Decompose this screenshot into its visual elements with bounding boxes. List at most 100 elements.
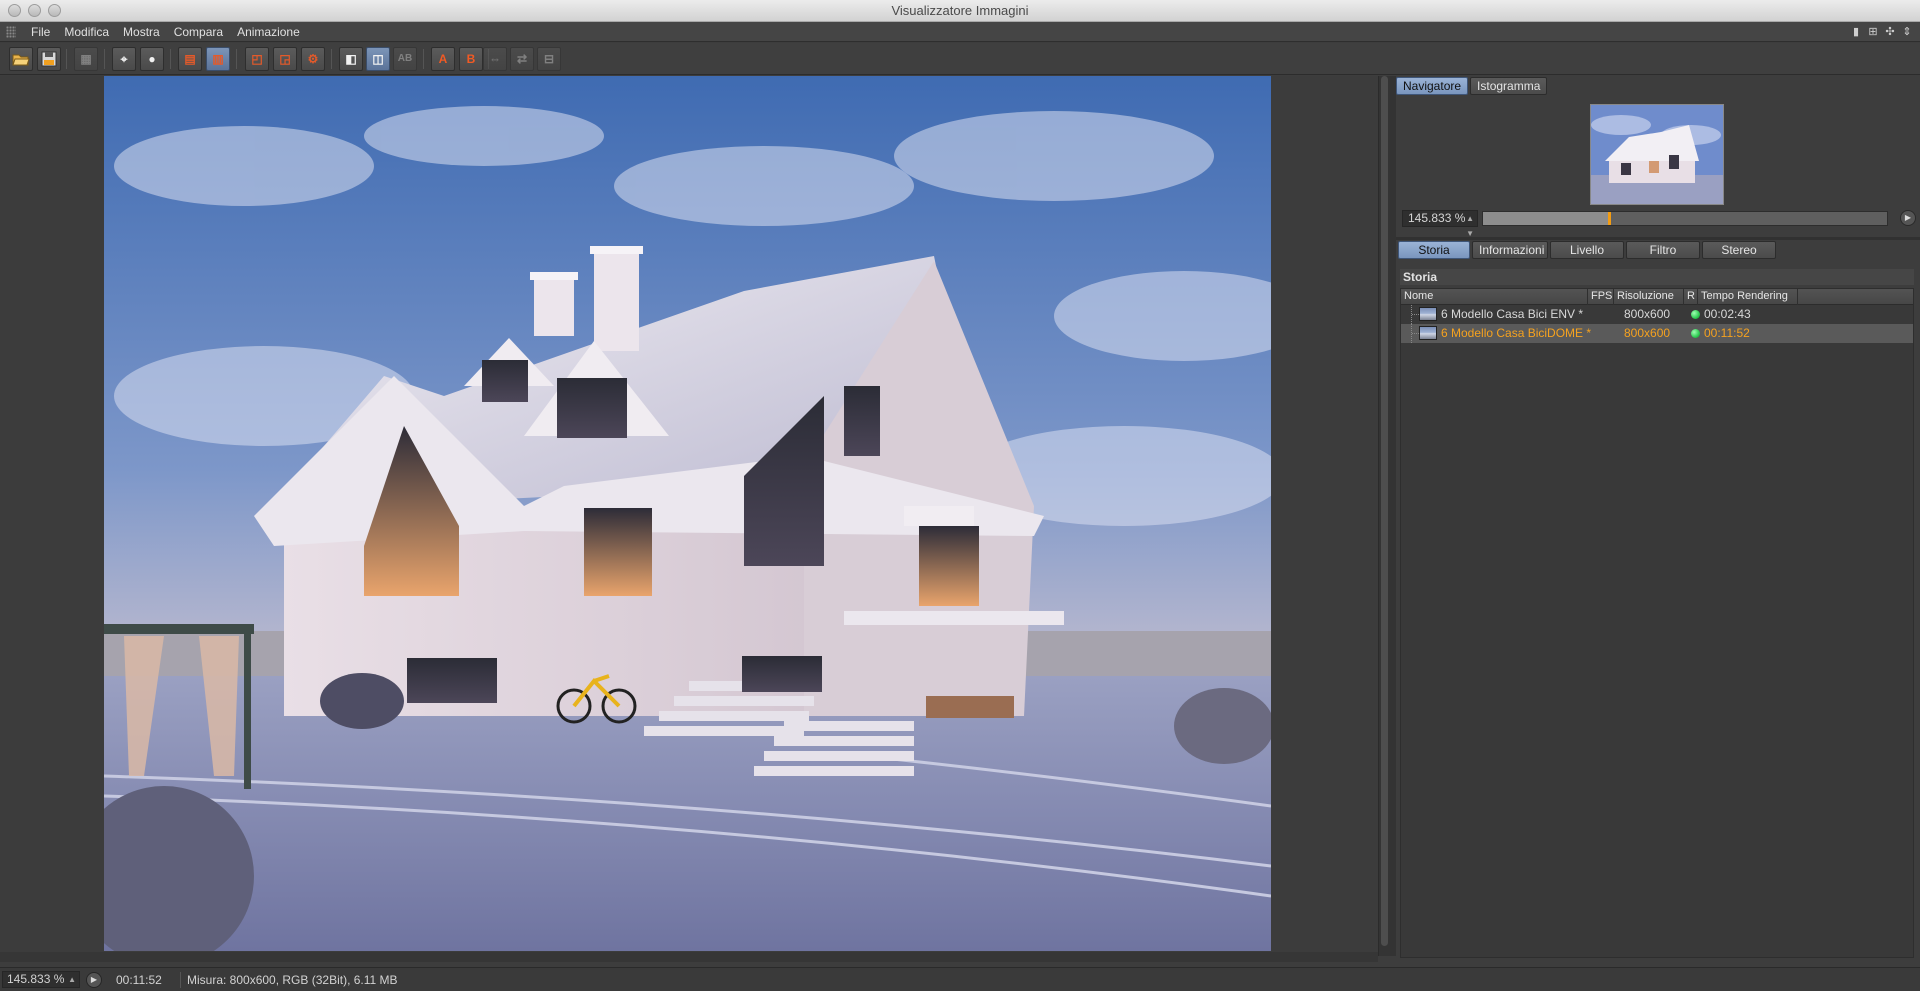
stack-button[interactable]: ▥ [206, 47, 230, 71]
stepper-arrows-icon[interactable]: ▲▼ [68, 972, 76, 991]
ab-compare-button[interactable]: AB [393, 47, 417, 71]
column-r[interactable]: R [1684, 289, 1698, 305]
column-fps[interactable]: FPS [1588, 289, 1614, 305]
render-view-icon: ◲ [279, 52, 291, 66]
status-play-button[interactable]: ▶ [86, 972, 102, 988]
pin-icon[interactable]: ▮ [1849, 25, 1863, 39]
status-image-info: Misura: 800x600, RGB (32Bit), 6.11 MB [180, 972, 398, 988]
status-zoom-field[interactable]: 145.833 % ▲▼ [2, 971, 80, 991]
zoom-slider-fill [1483, 212, 1608, 225]
status-render-time: 00:11:52 [116, 973, 162, 987]
title-bar: Visualizzatore Immagini [0, 0, 1920, 22]
viewer-scroll-thumb[interactable] [1381, 76, 1388, 946]
ab-icon: AB [397, 53, 413, 64]
play-icon: ▶ [1904, 213, 1912, 222]
user-button[interactable]: ● [140, 47, 164, 71]
set-b-button[interactable]: B [459, 47, 483, 71]
history-row-name: 6 Modello Casa BiciDOME * [1441, 326, 1592, 340]
layers-icon: ▤ [184, 52, 196, 66]
tab-istogramma[interactable]: Istogramma [1470, 77, 1548, 95]
minimize-window-button[interactable] [28, 4, 41, 17]
zoom-window-button[interactable] [48, 4, 61, 17]
tab-storia[interactable]: Storia [1398, 241, 1470, 259]
save-button[interactable] [37, 47, 61, 71]
history-row[interactable]: 6 Modello Casa BiciDOME * 800x600 00:11:52 [1401, 324, 1913, 343]
copy-layer-button[interactable]: ▤ [178, 47, 202, 71]
save-icon [41, 51, 57, 67]
render-region-icon: ◰ [251, 52, 263, 66]
rendered-image[interactable] [104, 76, 1271, 951]
tree-connector [1411, 305, 1419, 324]
flip-button[interactable]: ⇔ [483, 47, 507, 71]
history-row-name: 6 Modello Casa Bici ENV * [1441, 307, 1584, 321]
toolbar-separator [331, 49, 332, 69]
menu-modifica[interactable]: Modifica [57, 22, 116, 42]
split-icon: ◫ [372, 52, 384, 66]
history-row[interactable]: 6 Modello Casa Bici ENV * 800x600 00:02:43 [1401, 305, 1913, 324]
compare-view-button[interactable]: ◧ [339, 47, 363, 71]
render-settings-icon: ⚙ [307, 52, 319, 66]
history-table: Nome FPS Risoluzione R Tempo Rendering 6… [1400, 288, 1914, 958]
info-tabs: Storia Informazioni Livello Filtro Stere… [1398, 241, 1776, 259]
history-section-title: Storia [1400, 269, 1914, 285]
tree-connector [1411, 324, 1419, 343]
move-icon[interactable]: ✣ [1883, 25, 1897, 39]
crosshair-icon: ⌖ [120, 52, 128, 66]
tab-informazioni[interactable]: Informazioni [1472, 241, 1548, 259]
navigator-preview-image [1591, 105, 1723, 204]
toolbar-separator [236, 49, 237, 69]
navigator-thumbnail[interactable] [1590, 104, 1724, 205]
column-tempo-rendering[interactable]: Tempo Rendering [1698, 289, 1798, 305]
stack-icon: ▥ [212, 52, 224, 66]
grid-button[interactable]: ▦ [74, 47, 98, 71]
navigator-play-button[interactable]: ▶ [1900, 210, 1916, 226]
viewer-horizontal-scrollbar[interactable] [0, 952, 1378, 962]
menu-animazione[interactable]: Animazione [230, 22, 307, 42]
compare-icon: ◧ [345, 52, 357, 66]
column-risoluzione[interactable]: Risoluzione [1614, 289, 1684, 305]
column-nome[interactable]: Nome [1401, 289, 1588, 305]
set-b-label: B [466, 52, 476, 66]
status-zoom-value: 145.833 % [7, 972, 65, 986]
viewer-vertical-scrollbar[interactable] [1378, 76, 1390, 956]
render-status-icon [1691, 310, 1700, 319]
set-a-button[interactable]: A [431, 47, 455, 71]
panel-divider [1396, 237, 1920, 240]
navigator-zoom-value: 145.833 % [1408, 211, 1466, 225]
render-thumbnail-icon [1419, 326, 1437, 340]
menu-file[interactable]: File [24, 22, 57, 42]
user-icon: ● [148, 52, 156, 66]
toolbar-separator [170, 49, 171, 69]
expand-icon[interactable]: ⇕ [1900, 25, 1914, 39]
side-panel: Navigatore Istogramma 145.833 % ▲ ▼ ▶ St… [1396, 76, 1920, 962]
render-region-button[interactable]: ◰ [245, 47, 269, 71]
tab-stereo[interactable]: Stereo [1702, 241, 1776, 259]
close-window-button[interactable] [8, 4, 21, 17]
render-thumbnail-icon [1419, 307, 1437, 321]
navigator-zoom-slider[interactable] [1482, 211, 1888, 226]
image-viewer[interactable] [0, 76, 1378, 956]
diff-icon: ⊟ [543, 52, 555, 66]
new-panel-icon[interactable]: ⊞ [1866, 25, 1880, 39]
zoom-slider-knob[interactable] [1608, 212, 1611, 225]
menu-compara[interactable]: Compara [167, 22, 230, 42]
grip-icon[interactable] [6, 25, 16, 38]
grid-icon: ▦ [80, 52, 92, 66]
window-title: Visualizzatore Immagini [891, 3, 1029, 18]
render-settings-button[interactable]: ⚙ [301, 47, 325, 71]
tab-livello[interactable]: Livello [1550, 241, 1624, 259]
history-table-header: Nome FPS Risoluzione R Tempo Rendering [1401, 289, 1913, 305]
play-icon: ▶ [90, 975, 98, 984]
swap-button[interactable]: ⇄ [510, 47, 534, 71]
history-rows: 6 Modello Casa Bici ENV * 800x600 00:02:43… [1401, 305, 1913, 343]
menu-mostra[interactable]: Mostra [116, 22, 167, 42]
tab-navigatore[interactable]: Navigatore [1396, 77, 1469, 95]
split-view-button[interactable]: ◫ [366, 47, 390, 71]
navigator-zoom-field[interactable]: 145.833 % ▲ ▼ [1402, 210, 1478, 238]
open-button[interactable] [9, 47, 33, 71]
diff-button[interactable]: ⊟ [537, 47, 561, 71]
region-button[interactable]: ⌖ [112, 47, 136, 71]
history-row-resolution: 800x600 [1624, 326, 1671, 340]
tab-filtro[interactable]: Filtro [1626, 241, 1700, 259]
render-view-button[interactable]: ◲ [273, 47, 297, 71]
